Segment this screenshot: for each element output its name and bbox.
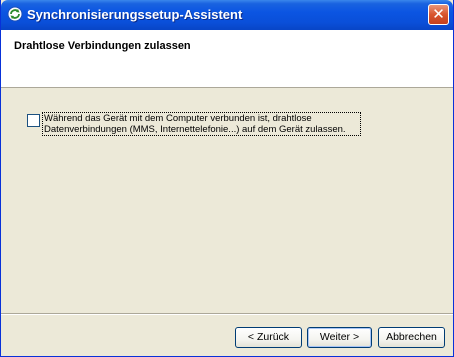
wizard-header: Drahtlose Verbindungen zulassen xyxy=(1,30,453,88)
next-button[interactable]: Weiter > xyxy=(307,327,372,348)
allow-wireless-label[interactable]: Während das Gerät mit dem Computer verbu… xyxy=(42,112,361,136)
allow-wireless-checkbox[interactable] xyxy=(27,114,40,127)
wizard-window: Synchronisierungssetup-Assistent ✕ Draht… xyxy=(0,0,454,357)
cancel-button[interactable]: Abbrechen xyxy=(378,327,445,348)
window-title: Synchronisierungssetup-Assistent xyxy=(27,7,243,22)
back-button[interactable]: < Zurück xyxy=(235,327,302,348)
title-bar[interactable]: Synchronisierungssetup-Assistent ✕ xyxy=(1,0,453,30)
footer-separator xyxy=(1,313,453,315)
wizard-content: Während das Gerät mit dem Computer verbu… xyxy=(1,88,453,313)
close-icon: ✕ xyxy=(432,5,445,23)
page-title: Drahtlose Verbindungen zulassen xyxy=(14,40,191,52)
close-button[interactable]: ✕ xyxy=(428,4,449,25)
sync-assistant-icon xyxy=(7,6,23,22)
